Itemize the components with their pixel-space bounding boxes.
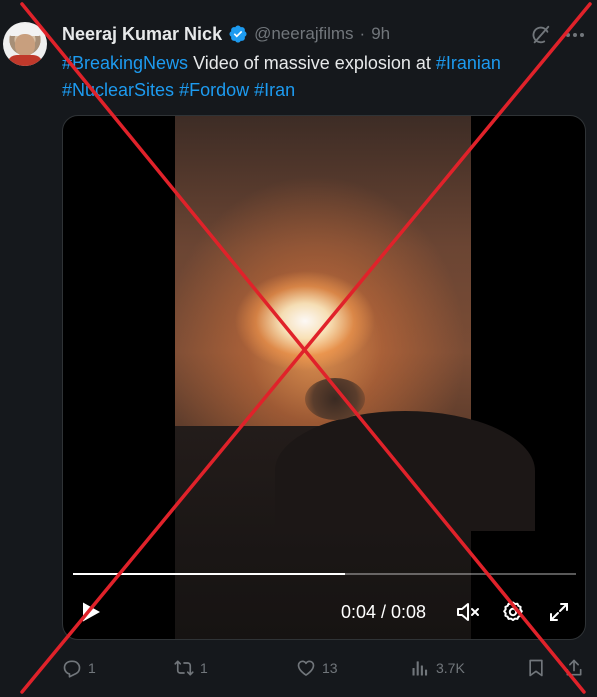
settings-gear-icon[interactable] (501, 600, 525, 624)
views-count: 3.7K (436, 660, 465, 676)
text-segment[interactable]: #Iran (254, 80, 295, 100)
tweet-header: Neeraj Kumar Nick @neerajfilms · 9h (62, 22, 390, 46)
analytics-bars-icon (412, 661, 428, 676)
heart-icon (297, 660, 315, 676)
avatar-face (15, 34, 35, 56)
reply-count: 1 (88, 660, 96, 676)
verified-badge-icon (228, 24, 248, 44)
video-timecode: 0:04 / 0:08 (341, 602, 427, 622)
text-segment[interactable]: #Iranian (436, 53, 501, 73)
video-progress-fill (73, 573, 345, 575)
reply-button[interactable]: 1 (62, 656, 96, 680)
share-button[interactable] (564, 656, 584, 680)
muted-speaker-icon[interactable] (455, 600, 481, 624)
bookmark-icon (529, 659, 543, 677)
avatar-shirt (7, 55, 43, 66)
video-hill (275, 411, 535, 531)
text-segment[interactable]: #Fordow (179, 80, 249, 100)
timestamp[interactable]: 9h (371, 24, 390, 44)
separator-dot: · (359, 24, 366, 43)
more-options-icon[interactable] (563, 24, 587, 46)
repost-icon (174, 660, 194, 676)
views-button[interactable]: 3.7K (410, 656, 465, 680)
text-segment[interactable]: #NuclearSites (62, 80, 174, 100)
reply-icon (63, 660, 81, 678)
play-icon[interactable] (81, 601, 101, 623)
tweet-text: #BreakingNews Video of massive explosion… (62, 50, 582, 104)
video-frame (175, 116, 535, 639)
author-name[interactable]: Neeraj Kumar Nick (62, 24, 222, 45)
grok-icon[interactable] (530, 24, 552, 46)
more-dot (580, 33, 584, 37)
avatar[interactable] (3, 22, 47, 66)
video-player[interactable]: 0:04 / 0:08 (62, 115, 586, 640)
bookmark-button[interactable] (526, 656, 546, 680)
action-bar: 1 1 13 3.7K (62, 656, 588, 680)
like-button[interactable]: 13 (296, 656, 338, 680)
video-progress-bar[interactable] (73, 573, 576, 575)
repost-count: 1 (200, 660, 208, 676)
more-dot (566, 33, 570, 37)
like-count: 13 (322, 660, 338, 676)
more-dot (573, 33, 577, 37)
repost-button[interactable]: 1 (174, 656, 208, 680)
tweet-card: Neeraj Kumar Nick @neerajfilms · 9h #Bre… (0, 0, 597, 697)
video-smoke (305, 378, 365, 420)
text-segment: Video of massive explosion at (188, 53, 436, 73)
author-handle[interactable]: @neerajfilms (254, 24, 353, 44)
fullscreen-icon[interactable] (547, 600, 571, 624)
text-segment[interactable]: #BreakingNews (62, 53, 188, 73)
share-icon (566, 659, 582, 676)
